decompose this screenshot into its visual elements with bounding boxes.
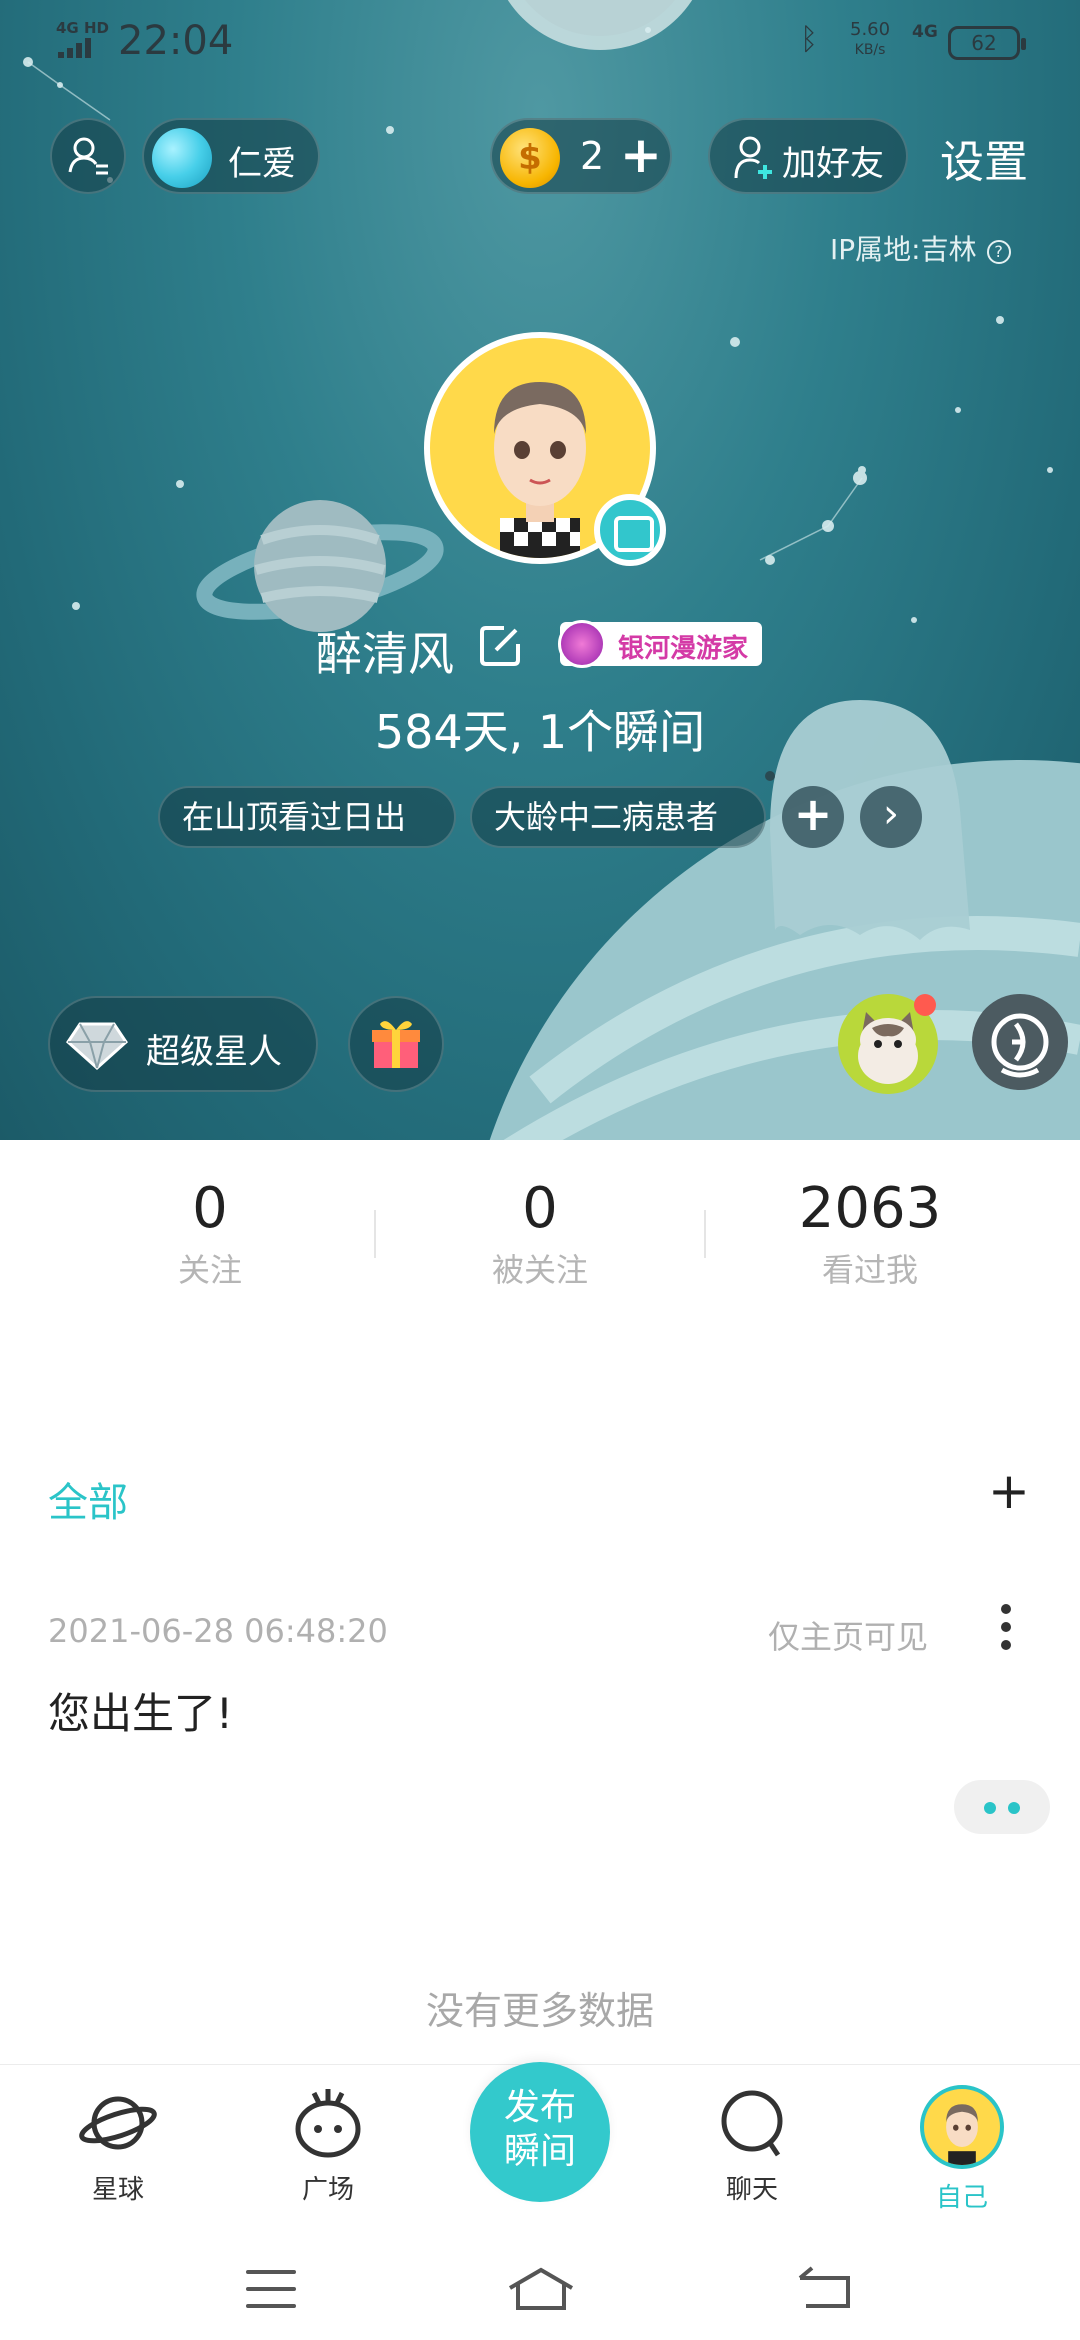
square-icon <box>295 2089 361 2158</box>
battery-icon: 62 <box>948 26 1026 60</box>
tab-label: 广场 <box>301 2175 354 2205</box>
voice-button[interactable] <box>972 994 1068 1090</box>
divider <box>704 1210 706 1258</box>
count-value: 2063 <box>798 1176 942 1241</box>
tab-label: 自己 <box>935 2183 988 2213</box>
tab-planet[interactable]: 星球 <box>48 2085 188 2206</box>
follow-counts: 0 关注 0 被关注 2063 看过我 <box>0 1140 1080 1320</box>
bluetooth-icon: ᛒ <box>800 22 818 57</box>
network-type-2: 4G <box>912 22 938 42</box>
menu-icon[interactable] <box>246 2270 296 2308</box>
add-friend-label: 加好友 <box>782 144 884 184</box>
coin-pill[interactable]: $ 2 + <box>490 118 672 194</box>
coin-icon: $ <box>500 128 560 188</box>
add-coin-button[interactable]: + <box>620 126 662 184</box>
end-of-list: 没有更多数据 <box>425 1989 654 2033</box>
tab-chat[interactable]: 聊天 <box>682 2085 822 2206</box>
post-visibility: 仅主页可见 <box>768 1618 929 1656</box>
notification-dot <box>914 994 936 1016</box>
super-star-button[interactable]: 超级星人 <box>48 996 318 1092</box>
status-bar: 4G HD 22:04 ᛒ 5.60 KB/s 4G 62 <box>0 0 1080 86</box>
settings-button[interactable]: 设置 <box>940 126 1028 190</box>
galaxy-badge-icon <box>558 620 606 668</box>
network-speed: 5.60 KB/s <box>850 20 890 60</box>
network-type: 4G HD <box>56 19 109 37</box>
planet-icon <box>152 128 212 188</box>
profile-hero: 4G HD 22:04 ᛒ 5.60 KB/s 4G 62 仁爱 $ 2 + 加… <box>0 0 1080 1140</box>
gift-button[interactable] <box>348 996 444 1092</box>
speed-value: 5.60 <box>850 19 891 40</box>
comment-icon <box>984 1802 996 1814</box>
tab-label: 星球 <box>91 2175 144 2205</box>
tag-item[interactable]: 大龄中二病患者 <box>470 786 766 848</box>
username: 醉清风 <box>316 627 454 681</box>
planet-icon <box>79 2096 157 2150</box>
count-label: 关注 <box>177 1251 242 1289</box>
post-text: 您出生了! <box>48 1689 233 1738</box>
following-count[interactable]: 0 关注 <box>60 1176 360 1291</box>
user-switch-icon <box>68 137 108 175</box>
publish-label-2: 瞬间 <box>503 2131 576 2172</box>
diamond-icon <box>66 1022 128 1071</box>
avatar <box>920 2085 1004 2169</box>
visitors-count[interactable]: 2063 看过我 <box>720 1176 1020 1291</box>
chat-icon <box>721 2090 783 2157</box>
more-tags-button[interactable]: › <box>860 786 922 848</box>
tag-item[interactable]: 在山顶看过日出 <box>158 786 456 848</box>
count-value: 0 <box>192 1176 228 1241</box>
switch-account-button[interactable] <box>50 118 126 194</box>
super-star-label: 超级星人 <box>146 1032 282 1072</box>
publish-label-1: 发布 <box>503 2087 576 2128</box>
planet-pill[interactable]: 仁爱 <box>142 118 320 194</box>
voice-icon <box>991 1013 1049 1078</box>
publish-moment-button[interactable]: 发布 瞬间 <box>470 2062 610 2202</box>
filter-all-tab[interactable]: 全部 <box>48 1470 128 1528</box>
followers-count[interactable]: 0 被关注 <box>390 1176 690 1291</box>
galaxy-badge-label: 银河漫游家 <box>618 634 749 664</box>
clock: 22:04 <box>118 18 234 64</box>
tab-square[interactable]: 广场 <box>258 2085 398 2206</box>
help-icon[interactable]: ? <box>986 240 1011 264</box>
system-nav-bar <box>0 2234 1080 2340</box>
comment-button[interactable] <box>954 1780 1050 1834</box>
coin-count: 2 <box>580 134 605 178</box>
ip-location-text: IP属地:吉林 <box>830 233 977 266</box>
count-label: 被关注 <box>491 1251 588 1289</box>
home-icon[interactable] <box>506 2264 576 2314</box>
galaxy-badge[interactable]: 银河漫游家 <box>558 620 762 668</box>
add-post-button[interactable]: + <box>988 1462 1030 1520</box>
more-vertical-icon[interactable] <box>998 1604 1014 1658</box>
count-label: 看过我 <box>821 1251 918 1289</box>
add-tag-button[interactable]: + <box>782 786 844 848</box>
edit-icon[interactable] <box>478 622 524 668</box>
tab-label: 聊天 <box>725 2175 778 2205</box>
shop-icon[interactable] <box>594 494 666 566</box>
tab-me[interactable]: 自己 <box>892 2085 1032 2214</box>
add-friend-button[interactable]: 加好友 <box>708 118 908 194</box>
planet-name: 仁爱 <box>228 144 296 184</box>
divider <box>374 1210 376 1258</box>
speed-unit: KB/s <box>854 42 886 58</box>
back-icon[interactable] <box>796 2264 856 2314</box>
post-timestamp: 2021-06-28 06:48:20 <box>48 1612 388 1650</box>
avatar-image <box>946 2104 978 2165</box>
days-moments: 584天, 1个瞬间 <box>374 705 706 759</box>
gift-icon <box>372 1021 420 1068</box>
signal-icon <box>58 38 98 58</box>
ip-location: IP属地:吉林? <box>830 228 1011 268</box>
add-friend-icon <box>734 136 772 179</box>
count-value: 0 <box>522 1176 558 1241</box>
